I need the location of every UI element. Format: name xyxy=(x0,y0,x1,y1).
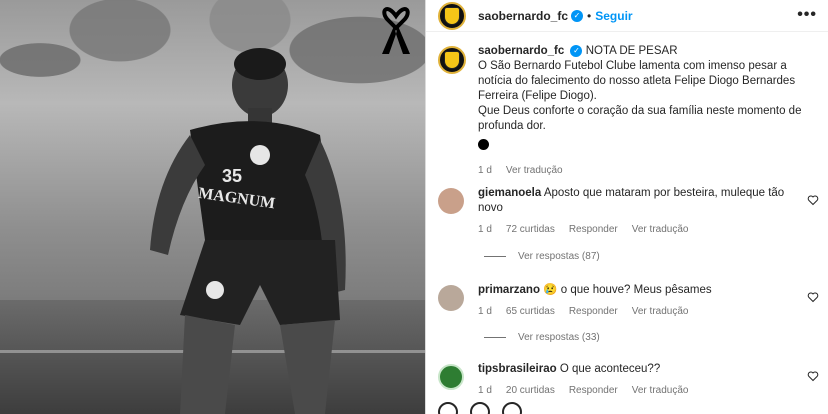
separator-dot: • xyxy=(587,8,592,23)
player-figure: 35 MAGNUM xyxy=(150,48,346,414)
comment-likes[interactable]: 72 curtidas xyxy=(506,222,555,237)
account-avatar[interactable] xyxy=(438,1,466,30)
jersey-number: 35 xyxy=(222,166,242,186)
replies-line xyxy=(484,337,506,338)
view-replies-button[interactable]: Ver respostas (87) xyxy=(484,251,600,262)
comment-translate-link[interactable]: Ver tradução xyxy=(632,304,689,319)
caption-avatar[interactable] xyxy=(438,46,466,74)
comment-time: 1 d xyxy=(478,224,492,235)
comment-time: 1 d xyxy=(478,385,492,396)
post-actions xyxy=(438,402,522,414)
comment-text: O que aconteceu?? xyxy=(559,363,661,375)
post-photo[interactable]: 35 MAGNUM xyxy=(0,0,425,414)
replies-line xyxy=(484,256,506,257)
post-panel: saobernardo_fc ✓ • Seguir ••• saobernard… xyxy=(425,0,828,414)
comment-time: 1 d xyxy=(478,306,492,317)
verified-badge-icon: ✓ xyxy=(571,9,584,22)
caption-translate-link[interactable]: Ver tradução xyxy=(506,163,563,178)
comment-avatar[interactable] xyxy=(438,285,464,311)
comment-avatar[interactable] xyxy=(438,188,464,214)
club-crest-icon xyxy=(444,6,460,25)
view-replies-label: Ver respostas (87) xyxy=(518,251,600,262)
comment-username[interactable]: tipsbrasileirao xyxy=(478,363,557,375)
like-icon[interactable] xyxy=(438,402,458,414)
comment-item: tipsbrasileirao O que aconteceu?? 1 d 20… xyxy=(438,362,823,398)
like-heart-icon[interactable] xyxy=(807,370,819,382)
comment-reply-button[interactable]: Responder xyxy=(569,222,618,237)
comment-emoji: 😢 xyxy=(543,284,558,296)
like-heart-icon[interactable] xyxy=(807,194,819,206)
account-username[interactable]: saobernardo_fc xyxy=(478,9,568,23)
verified-badge-icon: ✓ xyxy=(570,44,583,57)
comment-username[interactable]: giemanoela xyxy=(478,187,541,199)
comment-translate-link[interactable]: Ver tradução xyxy=(632,383,689,398)
caption-text-2: Que Deus conforte o coração da sua famíl… xyxy=(478,105,802,132)
caption-text: O São Bernardo Futebol Clube lamenta com… xyxy=(478,60,796,102)
caption-time: 1 d xyxy=(478,165,492,176)
comment-reply-button[interactable]: Responder xyxy=(569,304,618,319)
comment-likes[interactable]: 65 curtidas xyxy=(506,304,555,319)
comment-username[interactable]: primarzano xyxy=(478,284,540,296)
post-header: saobernardo_fc ✓ • Seguir ••• xyxy=(426,0,828,32)
comment-text: o que houve? Meus pêsames xyxy=(560,284,712,296)
black-circle-emoji xyxy=(478,139,489,150)
post-caption: saobernardo_fc ✓ NOTA DE PESAR O São Ber… xyxy=(438,44,823,178)
mourning-ribbon-icon xyxy=(382,7,410,54)
follow-button[interactable]: Seguir xyxy=(595,9,632,23)
comment-item: giemanoela Aposto que mataram por bestei… xyxy=(438,186,823,237)
comment-icon[interactable] xyxy=(470,402,490,414)
comment-reply-button[interactable]: Responder xyxy=(569,383,618,398)
share-icon[interactable] xyxy=(502,402,522,414)
club-crest-icon xyxy=(444,51,460,69)
comment-item: primarzano 😢 o que houve? Meus pêsames 1… xyxy=(438,283,823,319)
more-options-icon[interactable]: ••• xyxy=(797,6,817,24)
comment-translate-link[interactable]: Ver tradução xyxy=(632,222,689,237)
view-replies-button[interactable]: Ver respostas (33) xyxy=(484,332,600,343)
like-heart-icon[interactable] xyxy=(807,291,819,303)
view-replies-label: Ver respostas (33) xyxy=(518,332,600,343)
caption-username[interactable]: saobernardo_fc xyxy=(478,45,564,57)
comment-avatar[interactable] xyxy=(438,364,464,390)
caption-title: NOTA DE PESAR xyxy=(585,45,678,57)
comment-likes[interactable]: 20 curtidas xyxy=(506,383,555,398)
